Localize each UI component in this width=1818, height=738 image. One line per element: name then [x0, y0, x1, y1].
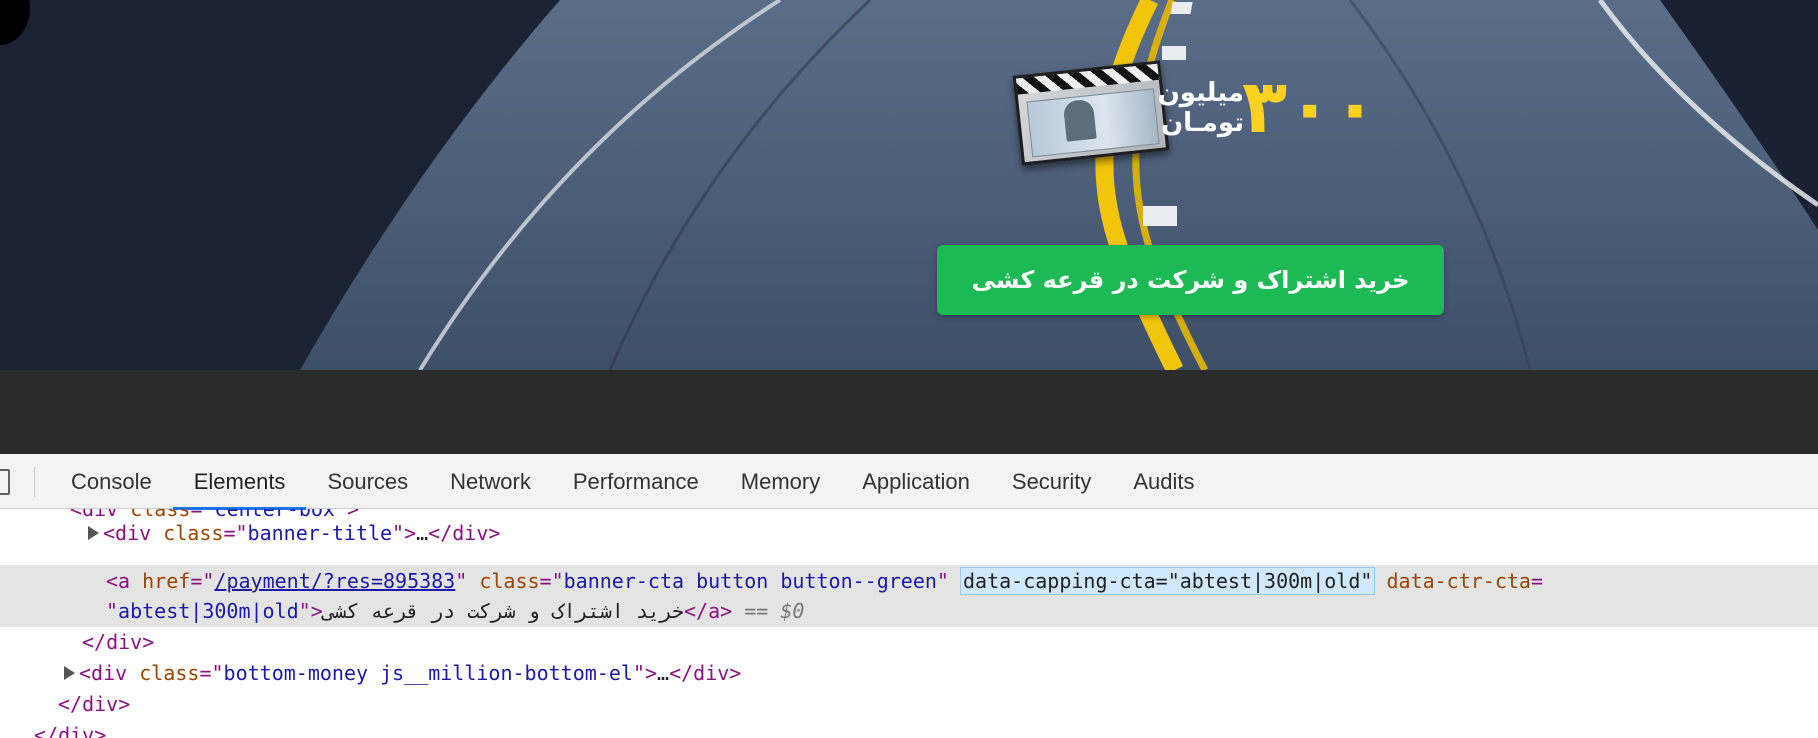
tab-sources[interactable]: Sources	[306, 454, 429, 509]
prize-unit: میلیون تومـان	[1157, 78, 1244, 138]
tab-memory[interactable]: Memory	[720, 454, 841, 509]
road-background	[0, 0, 1818, 370]
expand-triangle-icon[interactable]	[64, 665, 75, 680]
tab-console[interactable]: Console	[50, 454, 173, 509]
prize-graphic: میلیون تومـان ۳۰۰	[1012, 58, 1374, 168]
anchor-text: خرید اشتراک و شرکت در قرعه کشی	[322, 599, 684, 623]
tree-line-cta-anchor[interactable]: <a href="/payment/?res=895383" class="ba…	[106, 566, 1543, 597]
expand-triangle-icon[interactable]	[88, 525, 99, 540]
devtools-tab-bar: Console Elements Sources Network Perform…	[0, 454, 1818, 510]
tab-separator	[34, 467, 35, 497]
devtools-panel: Console Elements Sources Network Perform…	[0, 454, 1818, 738]
device-toolbar-icon[interactable]	[0, 469, 10, 495]
prize-amount: ۳۰۰	[1242, 64, 1378, 150]
tree-line-bottom-money[interactable]: <div class="bottom-money js__million-bot…	[64, 658, 741, 689]
tab-network[interactable]: Network	[429, 454, 552, 509]
devtools-tabs: Console Elements Sources Network Perform…	[50, 454, 1216, 510]
console-ref: == $0	[744, 599, 805, 623]
buy-subscription-button[interactable]: خرید اشتراک و شرکت در قرعه کشی	[937, 245, 1444, 315]
tree-line-close-div[interactable]: </div>	[58, 689, 130, 720]
tree-line-cta-anchor-cont[interactable]: "abtest|300m|old">خرید اشتراک و شرکت در …	[106, 596, 804, 627]
tab-performance[interactable]: Performance	[552, 454, 720, 509]
elements-tree: <div class="center-box"> <div class="ban…	[0, 509, 1818, 738]
tab-application[interactable]: Application	[841, 454, 991, 509]
tab-elements[interactable]: Elements	[172, 454, 307, 510]
prize-ticket-image	[1012, 60, 1170, 166]
promo-banner: میلیون تومـان ۳۰۰ خرید اشتراک و شرکت در …	[0, 0, 1818, 370]
tree-line-close-div[interactable]: </div>	[34, 720, 106, 738]
payment-link[interactable]: /payment/?res=895383	[214, 569, 455, 593]
tree-line-close-div[interactable]: </div>	[82, 627, 154, 658]
tab-security[interactable]: Security	[991, 454, 1112, 509]
page-footer-strip	[0, 370, 1818, 454]
tree-line-banner-title[interactable]: <div class="banner-title">…</div>	[88, 518, 500, 549]
highlighted-capping-attribute[interactable]: data-capping-cta="abtest|300m|old"	[960, 567, 1376, 595]
tab-audits[interactable]: Audits	[1112, 454, 1215, 509]
